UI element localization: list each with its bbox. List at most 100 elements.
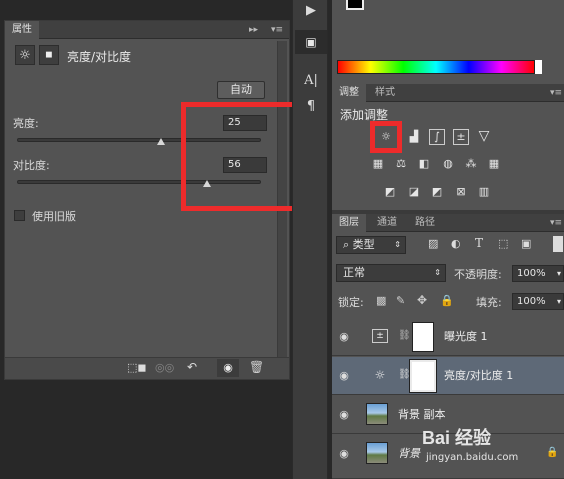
white-swatch[interactable] [535, 60, 542, 74]
collapse-icon[interactable]: ▸▸ [249, 21, 258, 39]
updown-icon: ⇕ [394, 240, 401, 249]
fill-input[interactable]: 100% ▾ [512, 293, 564, 310]
layer-lock-icon: 🔒 [546, 447, 559, 458]
layer-name[interactable]: 曝光度 1 [444, 330, 488, 344]
opacity-input[interactable]: 100% ▾ [512, 265, 564, 282]
opacity-value: 100% [517, 268, 546, 279]
eye-icon[interactable]: ◉ [337, 447, 351, 461]
color-panel [332, 0, 564, 84]
tab-layers[interactable]: 图层 [332, 214, 366, 232]
invert-icon[interactable]: ◩ [382, 184, 398, 200]
adjustments-menu-icon[interactable]: ▾≡ [550, 84, 562, 102]
watermark-url: jingyan.baidu.com [426, 452, 519, 463]
eye-icon[interactable]: ◉ [337, 408, 351, 422]
play-icon[interactable]: ▶ [295, 0, 327, 22]
filter-kind-value: 类型 [352, 238, 375, 251]
selective-color-icon[interactable]: ⊠ [453, 184, 469, 200]
blend-mode-select[interactable]: 正常 ⇕ [336, 264, 446, 282]
link-icon[interactable]: ⛓ [398, 369, 411, 380]
curves-icon[interactable]: ∫ [429, 129, 445, 145]
lock-transparency-icon[interactable]: ▩ [376, 294, 386, 307]
clip-to-layer-icon[interactable]: ⬚◼ [127, 361, 147, 374]
photo-filter-icon[interactable]: ◍ [440, 156, 456, 172]
hue-saturation-icon[interactable]: ▦ [370, 156, 386, 172]
exposure-adjustment-icon: ± [372, 329, 388, 343]
blend-mode-value: 正常 [343, 266, 365, 279]
tool-strip: ▶ ▣ A| ¶ [292, 0, 328, 479]
exposure-icon[interactable]: ± [453, 129, 469, 145]
layer-row-exposure[interactable]: ◉ ± ⛓ 曝光度 1 [332, 318, 564, 356]
filter-type-icon[interactable]: T [475, 236, 483, 250]
gradient-map-icon[interactable]: ▥ [476, 184, 492, 200]
layer-filter-select[interactable]: ⌕ 类型 ⇕ [336, 236, 406, 254]
panel-title: 亮度/对比度 [67, 50, 132, 64]
lock-label: 锁定: [338, 296, 364, 309]
eye-icon[interactable]: ◉ [337, 330, 351, 344]
threshold-icon[interactable]: ◩ [429, 184, 445, 200]
tab-styles[interactable]: 样式 [368, 84, 402, 102]
search-icon: ⌕ [343, 238, 353, 251]
adjustments-tabbar: 调整 样式 ▾≡ [332, 84, 564, 102]
layer-thumbnail [366, 403, 388, 425]
brightness-slider-thumb[interactable] [156, 138, 165, 145]
lock-move-icon[interactable]: ✥ [417, 293, 427, 307]
channel-mixer-icon[interactable]: ⁂ [463, 156, 479, 172]
layer-mask-thumbnail[interactable] [412, 322, 434, 352]
highlight-box-values [181, 102, 298, 211]
layer-row-brightness-contrast[interactable]: ◉ ☼ ⛓ 亮度/对比度 1 [332, 357, 564, 395]
layer-name[interactable]: 背景 副本 [398, 408, 446, 422]
view-previous-icon[interactable]: ◎◎ [155, 361, 174, 374]
visibility-icon[interactable]: ◉ [217, 359, 239, 377]
properties-footer: ⬚◼ ◎◎ ↶ ◉ 🗑 [5, 357, 289, 379]
layers-menu-icon[interactable]: ▾≡ [550, 214, 562, 232]
filter-adjustment-icon[interactable]: ◐ [451, 237, 461, 250]
right-panels: 调整 样式 ▾≡ 添加调整 ☼ ▟ ∫ ± ▽ ▦ ⚖ ◧ ◍ ⁂ ▦ ◩ ◪ … [332, 0, 564, 479]
updown-icon: ⇕ [434, 268, 441, 277]
paragraph-icon[interactable]: ¶ [295, 96, 327, 118]
panel-menu-icon[interactable]: ▾≡ [271, 21, 283, 39]
tab-paths[interactable]: 路径 [408, 214, 442, 232]
brightness-adjustment-icon: ☼ [374, 368, 386, 382]
dropdown-arrow-icon: ▾ [556, 297, 561, 306]
adjustment-type-icon: ☼ [15, 45, 35, 65]
lock-brush-icon[interactable]: ✎ [396, 294, 405, 307]
opacity-label: 不透明度: [454, 268, 502, 281]
fill-label: 填充: [476, 296, 502, 309]
color-ramp[interactable] [337, 60, 535, 74]
mask-icon[interactable]: ◼ [39, 45, 59, 65]
layer-name[interactable]: 亮度/对比度 1 [444, 369, 513, 383]
auto-button[interactable]: 自动 [217, 81, 265, 99]
filter-smart-object-icon[interactable]: ▣ [521, 237, 531, 250]
delete-icon[interactable]: 🗑 [249, 360, 264, 374]
filter-toggle[interactable] [553, 236, 563, 252]
legacy-label: 使用旧版 [32, 210, 76, 223]
layer-name[interactable]: 背景 [398, 447, 420, 461]
legacy-checkbox[interactable] [14, 210, 25, 221]
foreground-color-swatch[interactable] [346, 0, 364, 10]
layers-tabbar: 图层 通道 路径 ▾≡ [332, 214, 564, 232]
reset-icon[interactable]: ↶ [187, 360, 197, 374]
vibrance-icon[interactable]: ▽ [476, 128, 492, 144]
filter-pixel-icon[interactable]: ▨ [428, 237, 438, 250]
properties-tabbar: 属性 ▸▸ ▾≡ [5, 21, 289, 39]
filter-shape-icon[interactable]: ⬚ [498, 237, 508, 250]
watermark: Bai 经验 jingyan.baidu.com [422, 424, 546, 470]
tab-channels[interactable]: 通道 [370, 214, 404, 232]
link-icon[interactable]: ⛓ [398, 330, 411, 341]
black-white-icon[interactable]: ◧ [416, 156, 432, 172]
character-icon[interactable]: A| [295, 70, 327, 92]
brightness-label: 亮度: [13, 117, 39, 130]
fill-value: 100% [517, 296, 546, 307]
posterize-icon[interactable]: ◪ [406, 184, 422, 200]
tab-adjustments[interactable]: 调整 [332, 84, 366, 102]
tab-properties[interactable]: 属性 [5, 21, 39, 39]
eye-icon[interactable]: ◉ [337, 369, 351, 383]
layer-thumbnail [366, 442, 388, 464]
lock-all-icon[interactable]: 🔒 [440, 294, 454, 307]
properties-toggle-icon[interactable]: ▣ [295, 30, 327, 54]
brightness-contrast-icon[interactable]: ☼ [378, 129, 394, 145]
layer-mask-thumbnail[interactable] [409, 359, 437, 393]
color-balance-icon[interactable]: ⚖ [393, 156, 409, 172]
levels-icon[interactable]: ▟ [406, 129, 422, 145]
color-lookup-icon[interactable]: ▦ [486, 156, 502, 172]
